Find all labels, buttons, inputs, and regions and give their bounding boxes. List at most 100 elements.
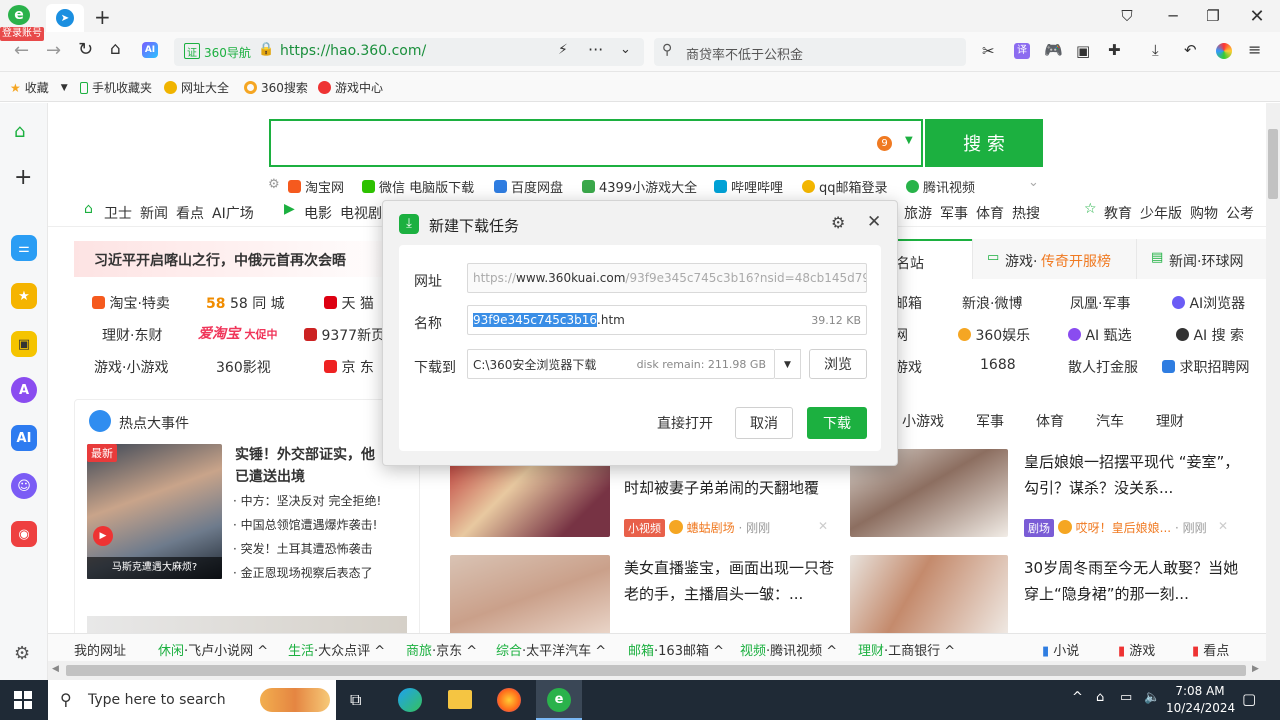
nav-sports[interactable]: 体育 bbox=[976, 203, 1004, 223]
tab-news[interactable]: ▤ 新闻·环球网 bbox=[1136, 239, 1266, 279]
bookmark-favorites[interactable]: ★ 收藏 ▼ bbox=[10, 79, 68, 96]
undo-icon[interactable]: ↶ bbox=[1184, 41, 1197, 59]
feed-title-1[interactable]: 时却被妻子弟弟闹的天翻地覆 bbox=[624, 475, 844, 501]
notification-icon[interactable]: ▢ bbox=[1242, 690, 1256, 708]
hot-link-tencent-video[interactable]: 腾讯视频 bbox=[906, 177, 975, 196]
nav-movie[interactable]: 电影 bbox=[304, 203, 332, 223]
download-icon[interactable]: ⤓ bbox=[1152, 41, 1159, 59]
scroll-thumb[interactable] bbox=[1268, 129, 1278, 199]
taskbar-search-input[interactable]: ⚲ Type here to search bbox=[48, 680, 336, 720]
tray-chevron-icon[interactable]: ^ bbox=[1072, 690, 1083, 705]
chevron-down-icon[interactable]: ⌄ bbox=[1028, 175, 1039, 190]
ai-assistant-icon[interactable]: A bbox=[11, 377, 37, 403]
hot-link-qqmail[interactable]: qq邮箱登录 bbox=[802, 177, 888, 196]
hot-link-wechat[interactable]: 微信 电脑版下载 bbox=[362, 177, 474, 196]
extensions-icon[interactable]: ✚ bbox=[1108, 41, 1121, 59]
browse-button[interactable]: 浏览 bbox=[809, 349, 867, 379]
news-item[interactable]: · 中方：坚决反对 完全拒绝! bbox=[233, 492, 381, 509]
site-xiaoyouxi[interactable]: 游戏·小游戏 bbox=[94, 357, 168, 377]
scroll-right-icon[interactable]: ▶ bbox=[1252, 664, 1259, 674]
main-search-input[interactable]: 9 ▼ bbox=[269, 119, 923, 167]
cat-tab[interactable]: 汽车 bbox=[1096, 411, 1124, 431]
feed-title-2[interactable]: 皇后娘娘一招摆平现代 “妾室”，勾引？谋杀？没关系... bbox=[1024, 449, 1244, 501]
site-sanren[interactable]: 散人打金服 bbox=[1068, 357, 1138, 377]
nav-kandian[interactable]: 看点 bbox=[176, 203, 204, 223]
tab-active[interactable]: ➤ bbox=[46, 4, 84, 32]
game-icon[interactable]: 🎮 bbox=[1044, 41, 1063, 59]
site-9377[interactable]: 9377新页 bbox=[304, 325, 385, 345]
site-aitaobao[interactable]: 爱淘宝 大促中 bbox=[198, 323, 277, 343]
name-field[interactable]: 93f9e345c745c3b16 .htm 39.12 KB bbox=[467, 305, 867, 335]
hot-link-taobao[interactable]: 淘宝网 bbox=[288, 177, 344, 196]
site-ai-browser[interactable]: AI浏览器 bbox=[1172, 293, 1245, 313]
site-game[interactable]: 游戏 bbox=[894, 357, 922, 377]
feed-title-4[interactable]: 30岁周冬雨至今无人敢娶？当她穿上“隐身裙”的那一刻... bbox=[1024, 555, 1244, 607]
news-item[interactable]: · 突发！土耳其遭恐怖袭击 bbox=[233, 540, 373, 557]
nav-youth[interactable]: 少年版 bbox=[1140, 203, 1182, 223]
bookmark-games[interactable]: 游戏中心 bbox=[318, 79, 383, 96]
bottom-link[interactable]: 综合·太平洋汽车 ^ bbox=[496, 640, 606, 659]
chevron-down-icon[interactable]: ▼ bbox=[905, 135, 913, 146]
shirt-icon[interactable]: ⛉ bbox=[1104, 0, 1150, 32]
site-ai-zhenxuan[interactable]: AI 甄选 bbox=[1068, 325, 1132, 345]
close-icon[interactable]: ✕ bbox=[818, 519, 828, 533]
translate-icon[interactable]: 译 bbox=[1014, 43, 1030, 59]
main-news-title[interactable]: 实锤！外交部证实，他已遣送出境 bbox=[235, 444, 385, 488]
feed-title-3[interactable]: 美女直播鉴宝，画面出现一只苍老的手，主播眉头一皱：... bbox=[624, 555, 844, 607]
headline-banner[interactable]: 习近平开启喀山之行，中俄元首再次会晤 bbox=[74, 241, 414, 277]
bookmark-sites[interactable]: 网址大全 bbox=[164, 79, 229, 96]
cancel-button[interactable]: 取消 bbox=[735, 407, 793, 439]
bolt-icon[interactable]: ⚡ bbox=[558, 42, 568, 58]
my-sites-link[interactable]: 我的网址 bbox=[74, 640, 126, 659]
cat-tab[interactable]: 军事 bbox=[976, 411, 1004, 431]
close-icon[interactable]: ✕ bbox=[867, 212, 881, 232]
settings-icon[interactable]: ⚙ bbox=[831, 213, 845, 232]
site-jobs[interactable]: 求职招聘网 bbox=[1162, 357, 1249, 377]
bookmark-search[interactable]: 360搜索 bbox=[244, 79, 308, 96]
site-ifeng[interactable]: 凤凰·军事 bbox=[1070, 293, 1130, 313]
search-box[interactable]: ⚲ 商贷率不低于公积金 bbox=[654, 38, 966, 66]
bili-icon[interactable]: ▣ bbox=[11, 331, 37, 357]
nav-travel[interactable]: 旅游 bbox=[904, 203, 932, 223]
site-360video[interactable]: 360影视 bbox=[216, 357, 271, 377]
app-blue-icon[interactable]: ⚌ bbox=[11, 235, 37, 261]
tab-games[interactable]: ▭ 游戏· 传奇开服榜 bbox=[972, 239, 1136, 279]
nav-military[interactable]: 军事 bbox=[940, 203, 968, 223]
nav-weishi[interactable]: 卫士 bbox=[104, 203, 132, 223]
site-360yule[interactable]: 360娱乐 bbox=[958, 325, 1030, 345]
horizontal-scrollbar[interactable]: ◀ ▶ bbox=[48, 661, 1266, 680]
vertical-scrollbar[interactable] bbox=[1266, 103, 1280, 680]
nav-shop[interactable]: 购物 bbox=[1190, 203, 1218, 223]
add-icon[interactable]: + bbox=[14, 165, 32, 190]
site-jd[interactable]: 京 东 bbox=[324, 357, 374, 377]
ai-icon[interactable]: AI bbox=[142, 42, 158, 58]
play-icon[interactable]: ▶ bbox=[93, 526, 113, 546]
url-field[interactable]: https://www.360kuai.com/93f9e345c745c3b1… bbox=[467, 263, 867, 293]
settings-icon[interactable]: ⚙ bbox=[14, 643, 30, 664]
reload-icon[interactable]: ↻ bbox=[78, 39, 93, 60]
news-item[interactable]: · 金正恩现场视察后表态了 bbox=[233, 564, 373, 581]
url-text[interactable]: https://hao.360.com/ bbox=[280, 43, 426, 59]
bottom-novel[interactable]: ▮ 小说 bbox=[1042, 640, 1079, 659]
chevron-down-icon[interactable]: ⌄ bbox=[620, 42, 631, 57]
address-bar[interactable]: 证 360导航 🔒 https://hao.360.com/ ⚡ ··· ⌄ bbox=[174, 38, 644, 66]
save-path-field[interactable]: C:\360安全浏览器下载 disk remain: 211.98 GB bbox=[467, 349, 775, 379]
feed-photo-3[interactable] bbox=[450, 555, 610, 639]
site-weibo[interactable]: 新浪·微博 bbox=[962, 293, 1022, 313]
main-news-photo[interactable]: 最新 ▶ 马斯克遭遇大麻烦? bbox=[87, 444, 222, 579]
network-icon[interactable]: ▭ bbox=[1120, 690, 1132, 705]
home-icon[interactable]: ⌂ bbox=[14, 121, 25, 142]
site-58[interactable]: 58 58 同 城 bbox=[206, 293, 285, 313]
nav-hot[interactable]: 热搜 bbox=[1012, 203, 1040, 223]
search-button[interactable]: 搜 索 bbox=[925, 119, 1043, 167]
browser-logo-icon[interactable]: e bbox=[8, 5, 30, 25]
bottom-link[interactable]: 生活·大众点评 ^ bbox=[288, 640, 385, 659]
cat-tab[interactable]: 小游戏 bbox=[902, 411, 944, 431]
scroll-left-icon[interactable]: ◀ bbox=[52, 664, 59, 674]
site-taobao[interactable]: 淘宝·特卖 bbox=[92, 293, 170, 313]
site-ai-search[interactable]: AI 搜 索 bbox=[1176, 325, 1244, 345]
hot-link-baidu[interactable]: 百度网盘 bbox=[494, 177, 563, 196]
hot-link-bilibili[interactable]: 哔哩哔哩 bbox=[714, 177, 783, 196]
back-arrow-icon[interactable]: ← bbox=[14, 40, 29, 61]
bottom-kandian[interactable]: ▮ 看点 bbox=[1192, 640, 1229, 659]
